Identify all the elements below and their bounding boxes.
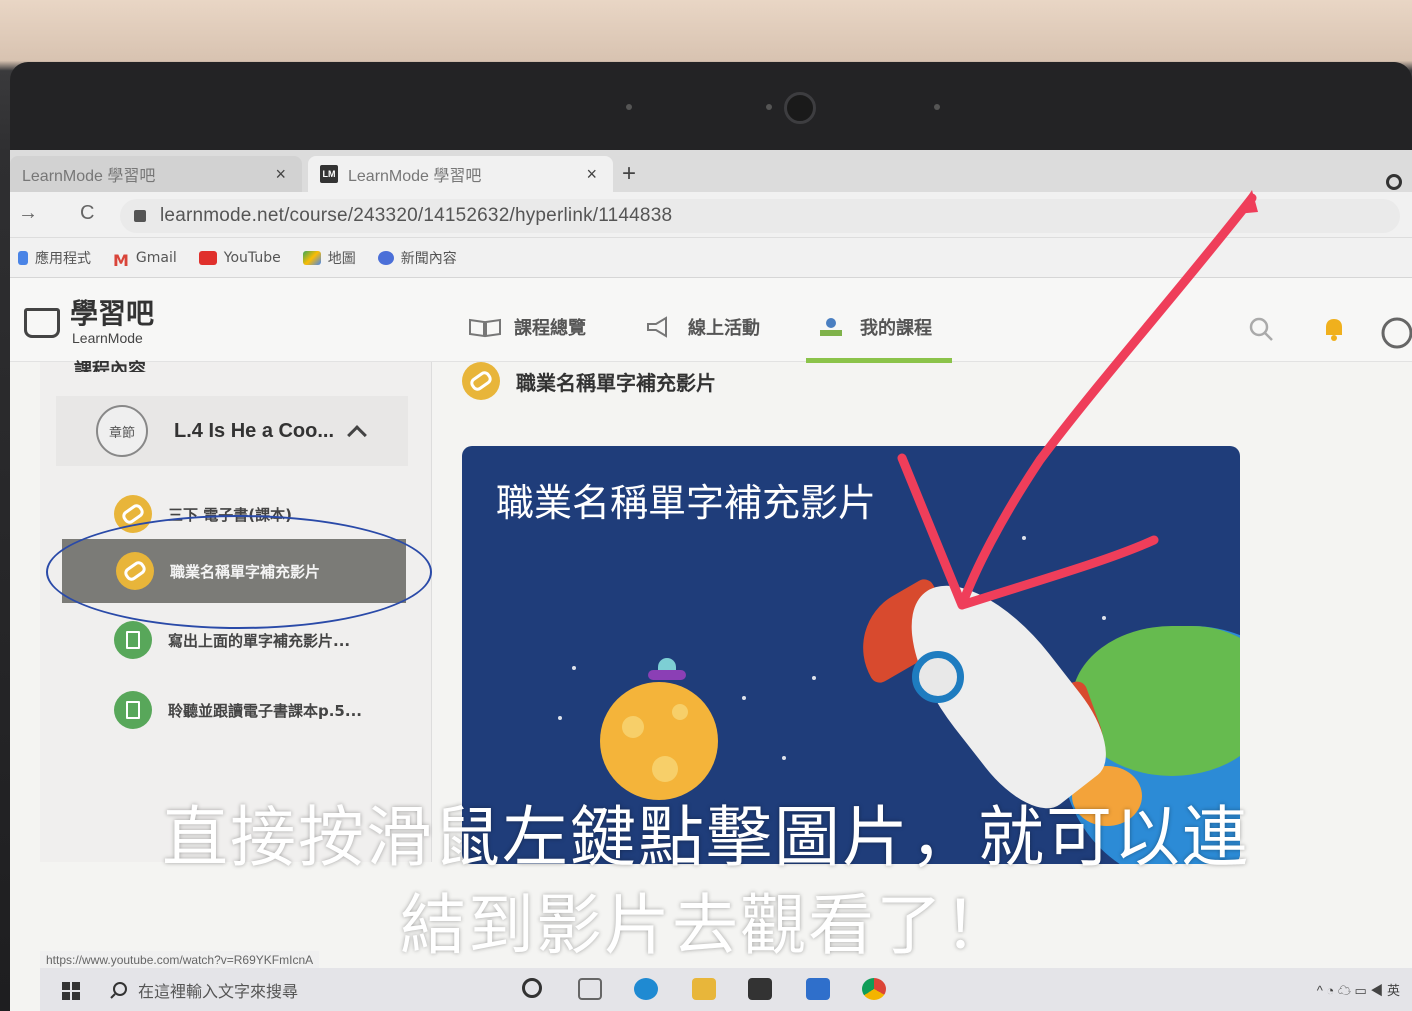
search-icon: [110, 982, 127, 999]
system-tray[interactable]: ^ ◔ ☁ ▭ ◀ 英: [1317, 980, 1400, 999]
taskbar: 在這裡輸入文字來搜尋 ^ ◔ ☁ ▭ ◀ 英: [40, 968, 1412, 1011]
chrome-icon[interactable]: [862, 978, 886, 1000]
store-icon[interactable]: [748, 978, 772, 1000]
caption-line-1: 直接按滑鼠左鍵點擊圖片，就可以連: [162, 799, 1250, 876]
task-view-icon[interactable]: [578, 978, 602, 1000]
status-url: https://www.youtube.com/watch?v=R69YKFmI…: [40, 951, 320, 969]
file-explorer-icon[interactable]: [692, 978, 716, 1000]
edge-icon[interactable]: [634, 978, 658, 1000]
mail-icon[interactable]: [806, 978, 830, 1000]
cortana-icon[interactable]: [522, 978, 542, 998]
taskbar-search[interactable]: 在這裡輸入文字來搜尋: [110, 976, 470, 1004]
taskbar-search-placeholder: 在這裡輸入文字來搜尋: [138, 982, 299, 1001]
windows-start-icon[interactable]: [62, 982, 80, 1000]
